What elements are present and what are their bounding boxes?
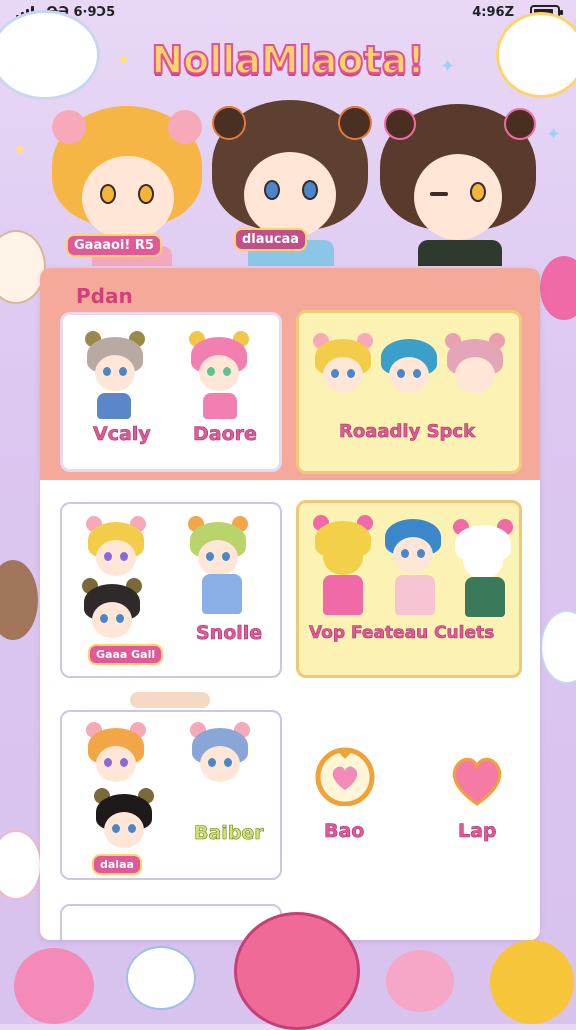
heart-ring-icon bbox=[314, 744, 376, 807]
status-bar: ꝊƏ 6·9Ɔ5 4:96Z bbox=[0, 0, 576, 26]
shortcut-label: Lap bbox=[458, 820, 497, 843]
card-label: Vop Feateau Culets bbox=[309, 623, 495, 644]
shortcut-label: Bao bbox=[324, 820, 365, 843]
mascot-right-2 bbox=[540, 610, 576, 684]
hero-character-winking bbox=[380, 104, 536, 266]
character-card-5[interactable]: Baiber dalaa bbox=[60, 710, 282, 880]
card-character bbox=[313, 515, 373, 579]
mascot-yellow-chick bbox=[490, 940, 574, 1024]
heart-shortcut-bao[interactable]: Bao bbox=[310, 744, 380, 854]
card-character bbox=[453, 519, 513, 583]
card-label: Vcaly bbox=[93, 423, 151, 446]
card-label: Daore bbox=[193, 423, 258, 446]
card-character bbox=[190, 722, 250, 786]
mascot-white-bear bbox=[126, 946, 196, 1010]
character-card-2[interactable]: Roaadiy Spck bbox=[296, 310, 522, 474]
card-tag: Gaaa Gall bbox=[88, 644, 164, 665]
card-character bbox=[189, 331, 249, 395]
mascot-left-3 bbox=[0, 830, 42, 900]
panel-label: Pdan bbox=[76, 284, 133, 308]
drag-handle[interactable] bbox=[130, 692, 210, 708]
card-character bbox=[445, 333, 505, 397]
bottom-mascot-strip bbox=[0, 912, 576, 1030]
card-character bbox=[383, 517, 443, 577]
card-character bbox=[86, 516, 146, 580]
card-character bbox=[85, 331, 145, 395]
collection-panel: Pdan Vcaly Daore Roaadiy Spck Snolle Gaa… bbox=[40, 268, 540, 940]
card-tag: dalaa bbox=[92, 854, 142, 875]
card-character bbox=[379, 337, 439, 397]
hero-tag-2: dlaucaa bbox=[234, 228, 308, 251]
heart-icon bbox=[446, 752, 508, 808]
character-card-1[interactable]: Vcaly Daore bbox=[60, 312, 282, 472]
card-label: Baiber bbox=[194, 822, 264, 845]
mascot-pink-bunny bbox=[14, 948, 94, 1024]
mascot-pink-cat bbox=[386, 950, 454, 1012]
app-title: NollaMlaota! bbox=[150, 37, 425, 83]
hero-banner: Gaaaoi! R5 dlaucaa bbox=[0, 100, 576, 270]
card-character bbox=[313, 333, 373, 397]
status-time: 4:96Z bbox=[472, 5, 514, 20]
card-label: Roaadiy Spck bbox=[339, 421, 476, 443]
mascot-pink-bear bbox=[234, 912, 360, 1030]
hero-tag-1: Gaaaoi! R5 bbox=[66, 234, 162, 257]
card-character bbox=[94, 788, 154, 852]
card-character bbox=[82, 578, 142, 642]
mascot-left-2 bbox=[0, 560, 38, 640]
character-card-4[interactable]: Vop Feateau Culets bbox=[296, 500, 522, 678]
heart-shortcut-lap[interactable]: Lap bbox=[442, 752, 512, 854]
card-label: Snolle bbox=[196, 622, 263, 645]
character-card-3[interactable]: Snolle Gaaa Gall bbox=[60, 502, 282, 678]
card-character bbox=[188, 516, 248, 580]
card-character bbox=[86, 722, 146, 786]
